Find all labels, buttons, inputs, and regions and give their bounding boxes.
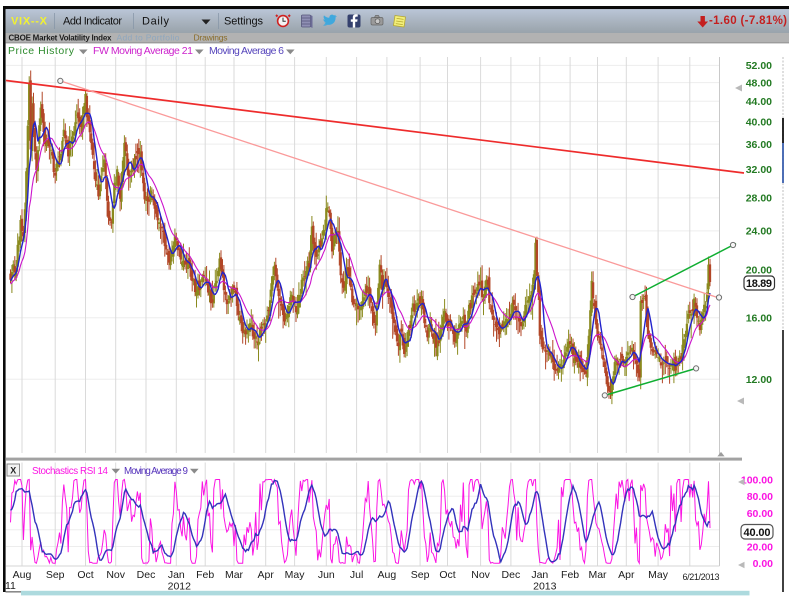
svg-text:Dec: Dec [502, 569, 521, 581]
svg-text:Jan: Jan [168, 569, 185, 581]
svg-text:20.00: 20.00 [747, 541, 773, 553]
svg-text:Feb: Feb [196, 569, 214, 581]
svg-text:Feb: Feb [561, 569, 579, 581]
svg-text:60.00: 60.00 [747, 508, 773, 520]
svg-text:Dec: Dec [137, 569, 156, 581]
svg-text:Oct: Oct [77, 569, 93, 581]
svg-text:48.00: 48.00 [746, 77, 772, 89]
svg-text:Jan: Jan [531, 569, 548, 581]
svg-text:X: X [10, 466, 16, 476]
svg-text:Moving Average 6: Moving Average 6 [209, 45, 284, 57]
svg-text:Mar: Mar [225, 569, 244, 581]
svg-text:6/21/2013: 6/21/2013 [683, 572, 720, 582]
svg-text:Oct: Oct [439, 569, 455, 581]
svg-text:Moving Average 9: Moving Average 9 [124, 466, 188, 477]
svg-text:VIX--X: VIX--X [11, 16, 48, 28]
svg-text:FW Moving Average 21: FW Moving Average 21 [93, 45, 193, 57]
svg-text:32.00: 32.00 [746, 164, 772, 176]
svg-text:100.00: 100.00 [741, 474, 773, 486]
svg-text:24.00: 24.00 [746, 226, 772, 238]
svg-text:Nov: Nov [106, 569, 125, 581]
svg-text:Sep: Sep [411, 569, 430, 581]
svg-text:Sep: Sep [46, 569, 65, 581]
svg-text:16.00: 16.00 [746, 313, 772, 325]
svg-text:Aug: Aug [378, 569, 397, 581]
svg-text:12.00: 12.00 [746, 374, 772, 386]
svg-text:May: May [648, 569, 669, 581]
svg-text:Jul: Jul [350, 569, 363, 581]
svg-text:Add Indicator: Add Indicator [63, 16, 122, 28]
svg-text:Mar: Mar [588, 569, 607, 581]
svg-text:0.00: 0.00 [753, 558, 774, 570]
svg-text:28.00: 28.00 [746, 193, 772, 205]
svg-text:CBOE Market Volatility Index: CBOE Market Volatility Index [9, 34, 113, 43]
svg-text:11: 11 [5, 580, 16, 592]
svg-text:Add to Portfolio: Add to Portfolio [117, 33, 180, 43]
svg-text:80.00: 80.00 [747, 491, 773, 503]
svg-text:Apr: Apr [618, 569, 635, 581]
svg-text:Settings: Settings [224, 16, 264, 28]
svg-text:Drawings: Drawings [194, 33, 228, 43]
svg-text:-1.60 (-7.81%): -1.60 (-7.81%) [709, 15, 787, 27]
svg-text:36.00: 36.00 [746, 139, 772, 151]
svg-text:Apr: Apr [258, 569, 275, 581]
svg-text:Daily: Daily [142, 16, 170, 28]
svg-text:2013: 2013 [533, 581, 557, 593]
svg-text:40.00: 40.00 [746, 116, 772, 128]
svg-text:Nov: Nov [471, 569, 490, 581]
svg-text:Stochastics RSI 14: Stochastics RSI 14 [32, 466, 109, 477]
svg-text:40.00: 40.00 [744, 527, 771, 539]
svg-text:44.00: 44.00 [746, 96, 772, 108]
svg-text:Jun: Jun [318, 569, 335, 581]
svg-text:52.00: 52.00 [746, 60, 772, 72]
svg-text:May: May [285, 569, 306, 581]
svg-text:2012: 2012 [168, 581, 192, 593]
svg-text:20.00: 20.00 [746, 265, 772, 277]
svg-text:18.89: 18.89 [746, 278, 772, 290]
svg-text:Price History: Price History [8, 45, 75, 57]
